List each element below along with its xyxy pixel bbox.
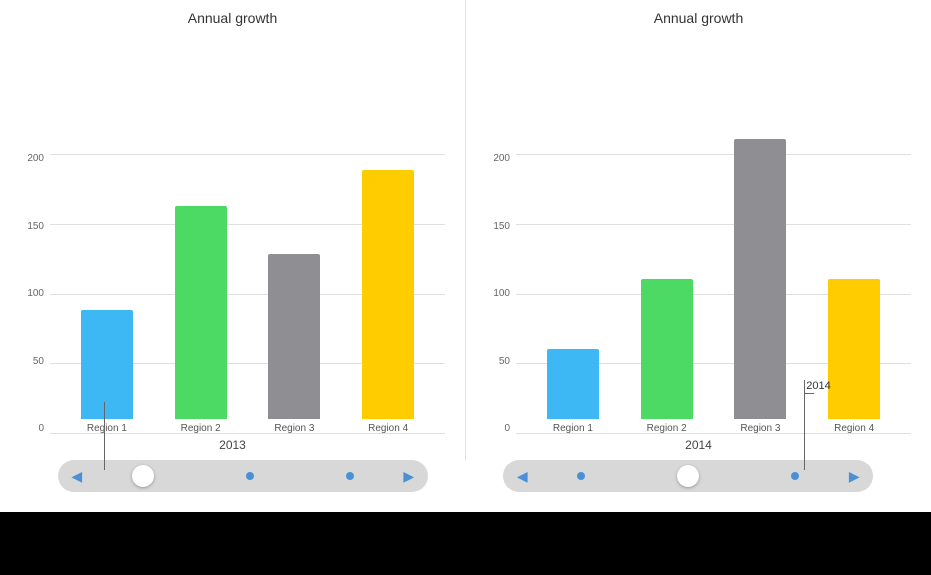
bar-2-2 (641, 279, 693, 419)
slider-2-track (531, 465, 845, 487)
bar-group-1-4: Region 4 (358, 170, 418, 434)
bar-group-2-4: Region 4 (824, 279, 884, 434)
bar-group-2-3: Region 3 (730, 139, 790, 434)
bar-label-1-3: Region 3 (274, 423, 314, 434)
slider-2-dot-2 (791, 472, 799, 480)
bar-label-1-1: Region 1 (87, 423, 127, 434)
slider-1-left-arrow[interactable]: ◀ (68, 467, 86, 485)
year-label-1: 2013 (219, 438, 246, 452)
bar-group-2-1: Region 1 (543, 349, 603, 434)
y-label-2-200: 200 (493, 154, 510, 164)
y-label-1-50: 50 (33, 357, 44, 367)
slider1-wrapper: ◀ ▶ (58, 460, 428, 502)
slider-2-thumb[interactable] (677, 465, 699, 487)
bar-label-1-2: Region 2 (181, 423, 221, 434)
y-label-2-50: 50 (499, 357, 510, 367)
bar-2-4 (828, 279, 880, 419)
bar-2-3 (734, 139, 786, 419)
bars-row-1: Region 1 Region 2 Region 3 Region 4 (50, 154, 445, 434)
slider-2-left-arrow[interactable]: ◀ (513, 467, 531, 485)
y-label-1-0: 0 (38, 424, 44, 434)
chart-panel-2: Annual growth 0 50 100 150 200 (466, 0, 931, 460)
bar-2-1 (547, 349, 599, 419)
bar-group-1-3: Region 3 (264, 254, 324, 434)
y-label-2-150: 150 (493, 222, 510, 232)
slider-1[interactable]: ◀ ▶ (58, 460, 428, 492)
bar-1-4 (362, 170, 414, 419)
y-label-2-100: 100 (493, 289, 510, 299)
slider-2[interactable]: ◀ ▶ (503, 460, 873, 492)
slider-1-thumb[interactable] (132, 465, 154, 487)
y-label-1-100: 100 (27, 289, 44, 299)
annotation-line-1 (104, 402, 105, 470)
bar-1-1 (81, 310, 133, 419)
annotation-tick-2 (804, 393, 814, 394)
bottom-area (0, 512, 931, 575)
bar-group-1-1: Region 1 (77, 310, 137, 434)
bar-label-2-3: Region 3 (740, 423, 780, 434)
bar-label-2-2: Region 2 (647, 423, 687, 434)
bar-label-1-4: Region 4 (368, 423, 408, 434)
y-label-2-0: 0 (504, 424, 510, 434)
y-label-1-200: 200 (27, 154, 44, 164)
chart-panel-1: Annual growth 0 50 100 150 200 (0, 0, 466, 460)
slider-2-right-arrow[interactable]: ▶ (845, 467, 863, 485)
slider-1-right-arrow[interactable]: ▶ (400, 467, 418, 485)
chart-container-2: 0 50 100 150 200 Region 1 (486, 34, 911, 434)
slider2-wrapper: ◀ ▶ 2014 (503, 460, 873, 502)
bar-label-2-1: Region 1 (553, 423, 593, 434)
chart-container-1: 0 50 100 150 200 Region 1 (20, 34, 445, 434)
slider-2-dot-1 (577, 472, 585, 480)
bars-row-2: Region 1 Region 2 Region 3 Region 4 (516, 154, 911, 434)
bar-group-2-2: Region 2 (637, 279, 697, 434)
bar-1-2 (175, 206, 227, 419)
bar-1-3 (268, 254, 320, 419)
sliders-row: ◀ ▶ ◀ ▶ 2014 (0, 460, 931, 512)
annotation-line-2: 2014 (804, 380, 805, 470)
chart-body-2: Region 1 Region 2 Region 3 Region 4 (516, 154, 911, 434)
y-axis-1: 0 50 100 150 200 (20, 154, 50, 434)
bar-group-1-2: Region 2 (171, 206, 231, 434)
slider-1-dot-1 (246, 472, 254, 480)
y-label-1-150: 150 (27, 222, 44, 232)
chart-title-1: Annual growth (188, 10, 278, 26)
slider-1-dot-2 (346, 472, 354, 480)
chart-title-2: Annual growth (654, 10, 744, 26)
bar-label-2-4: Region 4 (834, 423, 874, 434)
annotation-year-label: 2014 (806, 380, 830, 392)
slider-1-track (86, 465, 400, 487)
chart-body-1: Region 1 Region 2 Region 3 Region 4 (50, 154, 445, 434)
y-axis-2: 0 50 100 150 200 (486, 154, 516, 434)
year-label-2: 2014 (685, 438, 712, 452)
